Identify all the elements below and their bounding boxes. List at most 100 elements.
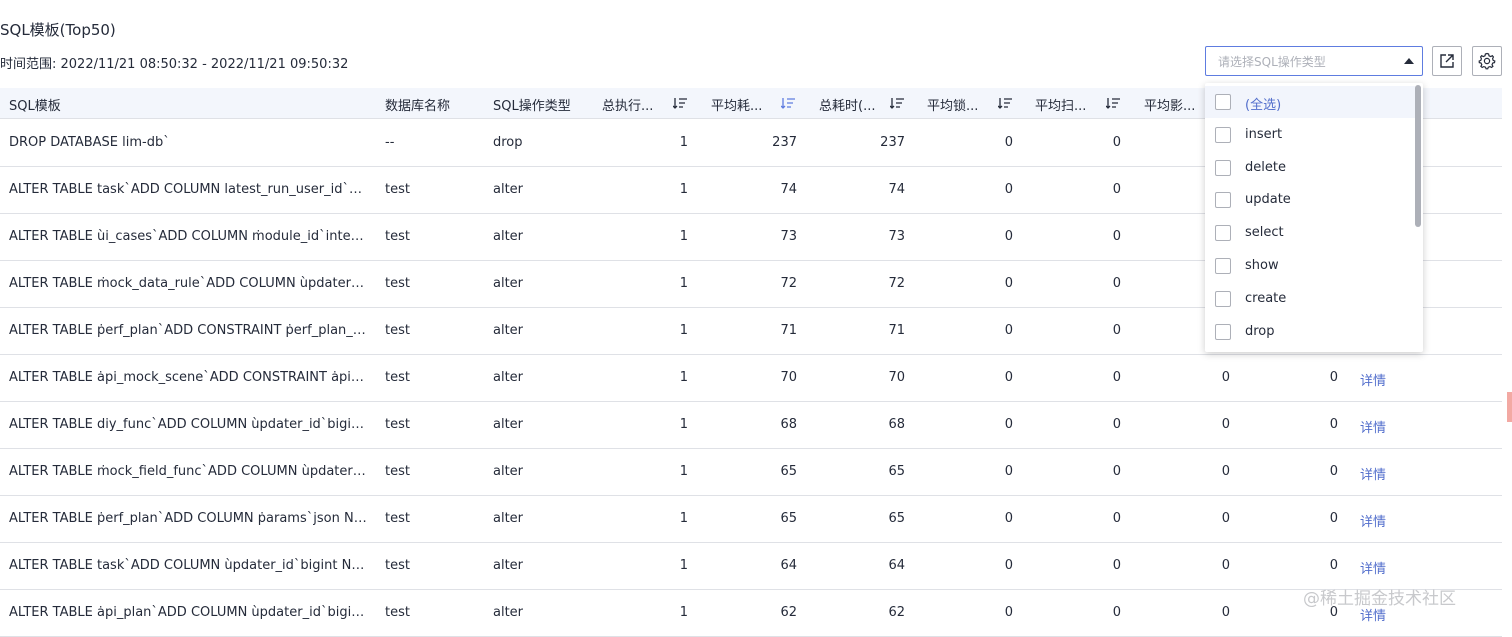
sort-icon[interactable] xyxy=(998,97,1012,109)
dropdown-option[interactable]: create xyxy=(1205,283,1415,315)
dropdown-option[interactable]: (全选) xyxy=(1205,86,1415,118)
detail-link[interactable]: 详情 xyxy=(1360,464,1386,483)
cell-avg-lock: 0 xyxy=(1004,323,1013,338)
cell-db-name: test xyxy=(385,370,410,385)
option-label: drop xyxy=(1245,323,1275,339)
table-row: ALTER TABLE ṁock_field_func`ADD COLUMN ù… xyxy=(0,448,1502,496)
option-label: select xyxy=(1245,225,1284,241)
cell-avg-scan: 0 xyxy=(1112,558,1121,573)
cell-avg-lock: 0 xyxy=(1004,229,1013,244)
cell-last-metric: 0 xyxy=(1329,511,1338,526)
cell-db-name: test xyxy=(385,558,410,573)
cell-avg-affect: 0 xyxy=(1221,558,1230,573)
dropdown-option[interactable]: show xyxy=(1205,250,1415,282)
sort-icon[interactable] xyxy=(673,97,687,109)
checkbox[interactable] xyxy=(1215,323,1231,340)
detail-link[interactable]: 详情 xyxy=(1360,370,1386,389)
cell-avg-scan: 0 xyxy=(1112,511,1121,526)
cell-db-name: test xyxy=(385,323,410,338)
cell-sql-type: alter xyxy=(493,323,524,338)
cell-exec-count: 1 xyxy=(679,135,688,150)
detail-link[interactable]: 详情 xyxy=(1360,511,1386,530)
cell-avg-time: 65 xyxy=(780,464,797,479)
settings-button[interactable] xyxy=(1472,46,1502,76)
cell-last-metric: 0 xyxy=(1329,370,1338,385)
cell-sql-template: ALTER TABLE task`ADD COLUMN latest_run_u… xyxy=(9,182,369,197)
header-avg-time: 平均耗... xyxy=(711,99,763,114)
cell-avg-scan: 0 xyxy=(1112,135,1121,150)
cell-exec-count: 1 xyxy=(679,558,688,573)
cell-db-name: test xyxy=(385,511,410,526)
page-title: SQL模板(Top50) xyxy=(0,21,116,39)
cell-last-metric: 0 xyxy=(1329,417,1338,432)
table-row: ALTER TABLE ȧpi_mock_scene`ADD CONSTRAIN… xyxy=(0,354,1502,402)
dropdown-scrollbar[interactable] xyxy=(1415,85,1421,227)
cell-sql-template: ALTER TABLE ṗerf_plan`ADD COLUMN ṗarams`… xyxy=(9,511,369,526)
cell-total-time: 73 xyxy=(888,229,905,244)
cell-sql-type: alter xyxy=(493,276,524,291)
cell-sql-type: alter xyxy=(493,417,524,432)
detail-link[interactable]: 详情 xyxy=(1360,558,1386,577)
time-range-text: 时间范围: 2022/11/21 08:50:32 - 2022/11/21 0… xyxy=(0,57,349,72)
cell-db-name: test xyxy=(385,229,410,244)
dropdown-option[interactable]: drop xyxy=(1205,316,1415,348)
caret-up-icon xyxy=(1404,58,1414,64)
header-exec-count: 总执行... xyxy=(602,99,654,114)
checkbox[interactable] xyxy=(1215,94,1231,110)
cell-last-metric: 0 xyxy=(1329,464,1338,479)
cell-avg-time: 70 xyxy=(780,370,797,385)
settings-gear-icon xyxy=(1478,52,1496,70)
header-sql-template: SQL模板 xyxy=(9,99,61,114)
cell-sql-template: ALTER TABLE task`ADD COLUMN ùpdater_id`b… xyxy=(9,558,369,573)
export-icon xyxy=(1440,54,1454,68)
header-sql-type: SQL操作类型 xyxy=(493,99,571,114)
cell-avg-time: 72 xyxy=(780,276,797,291)
sort-icon[interactable] xyxy=(1106,97,1120,109)
cell-sql-template: ALTER TABLE ùi_cases`ADD COLUMN ṁodule_i… xyxy=(9,229,369,244)
cell-avg-scan: 0 xyxy=(1112,276,1121,291)
cell-avg-lock: 0 xyxy=(1004,135,1013,150)
table-row: ALTER TABLE ḋiy_func`ADD COLUMN ùpdater_… xyxy=(0,401,1502,449)
checkbox[interactable] xyxy=(1215,225,1231,242)
checkbox[interactable] xyxy=(1215,126,1231,143)
cell-avg-time: 65 xyxy=(780,511,797,526)
table-row: ALTER TABLE ȧpi_plan`ADD COLUMN ùpdater_… xyxy=(0,589,1502,637)
header-avg-affect: 平均影... xyxy=(1144,99,1196,114)
cell-exec-count: 1 xyxy=(679,605,688,620)
checkbox[interactable] xyxy=(1215,290,1231,307)
dropdown-option[interactable]: select xyxy=(1205,217,1415,249)
side-panel-handle[interactable] xyxy=(1507,392,1512,422)
sort-icon[interactable] xyxy=(890,97,904,109)
sort-desc-active-icon[interactable] xyxy=(781,97,795,109)
cell-total-time: 71 xyxy=(888,323,905,338)
cell-sql-template: ALTER TABLE ȧpi_mock_scene`ADD CONSTRAIN… xyxy=(9,370,369,385)
cell-last-metric: 0 xyxy=(1329,558,1338,573)
sql-type-select[interactable]: 请选择SQL操作类型 xyxy=(1205,46,1423,76)
cell-avg-scan: 0 xyxy=(1112,605,1121,620)
option-label: update xyxy=(1245,192,1291,208)
dropdown-option[interactable]: insert xyxy=(1205,119,1415,151)
cell-sql-template: ALTER TABLE ṁock_field_func`ADD COLUMN ù… xyxy=(9,464,369,479)
cell-avg-scan: 0 xyxy=(1112,323,1121,338)
cell-sql-type: alter xyxy=(493,605,524,620)
dropdown-option[interactable]: delete xyxy=(1205,152,1415,184)
cell-exec-count: 1 xyxy=(679,417,688,432)
cell-avg-lock: 0 xyxy=(1004,605,1013,620)
cell-avg-lock: 0 xyxy=(1004,182,1013,197)
dropdown-option[interactable]: update xyxy=(1205,184,1415,216)
checkbox[interactable] xyxy=(1215,258,1231,274)
cell-db-name: test xyxy=(385,182,410,197)
export-button[interactable] xyxy=(1432,46,1462,76)
detail-link[interactable]: 详情 xyxy=(1360,417,1386,436)
cell-total-time: 72 xyxy=(888,276,905,291)
cell-db-name: -- xyxy=(385,135,395,150)
header-db-name: 数据库名称 xyxy=(385,99,451,114)
cell-sql-type: alter xyxy=(493,558,524,573)
checkbox[interactable] xyxy=(1215,192,1231,209)
cell-total-time: 65 xyxy=(888,464,905,479)
cell-sql-template: ALTER TABLE ȧpi_plan`ADD COLUMN ùpdater_… xyxy=(9,605,369,620)
checkbox[interactable] xyxy=(1215,159,1231,176)
cell-avg-scan: 0 xyxy=(1112,464,1121,479)
cell-exec-count: 1 xyxy=(679,229,688,244)
select-placeholder: 请选择SQL操作类型 xyxy=(1218,55,1326,69)
